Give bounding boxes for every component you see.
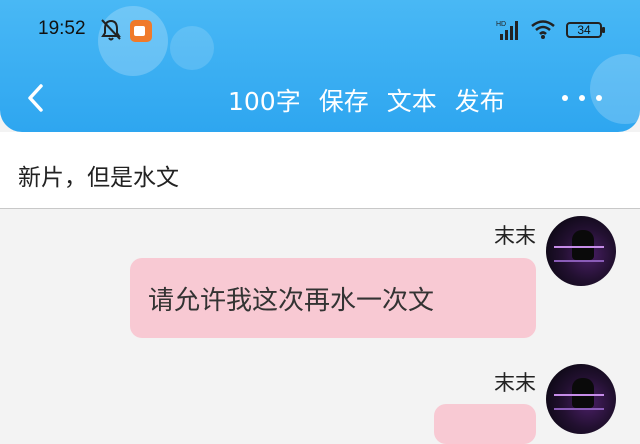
text-button[interactable]: 文本 (387, 82, 437, 118)
more-dot-icon (579, 95, 585, 101)
more-dot-icon (562, 95, 568, 101)
word-count-button[interactable]: 100字 (228, 82, 301, 118)
more-dot-icon (596, 95, 602, 101)
avatar[interactable] (546, 364, 616, 434)
screen-record-icon (130, 20, 152, 42)
avatar[interactable] (546, 216, 616, 286)
status-time: 19:52 (38, 18, 86, 39)
back-button[interactable] (18, 78, 52, 118)
battery-indicator: 34 (566, 22, 605, 38)
header-toolbar: 100字 保存 文本 发布 (228, 82, 505, 118)
more-menu-button[interactable] (562, 86, 602, 110)
save-button[interactable]: 保存 (319, 82, 369, 118)
wifi-icon (531, 20, 555, 39)
message-bubble[interactable]: 请允许我这次再水一次文 (130, 258, 536, 338)
bell-muted-icon (101, 19, 121, 41)
svg-text:HD: HD (496, 21, 506, 28)
message-text: 请允许我这次再水一次文 (148, 285, 435, 316)
message-bubble[interactable] (434, 404, 536, 444)
app-header: 19:52 HD 34 100字 保存 文本 发布 (0, 0, 640, 132)
message-sender-name: 末末 (494, 224, 536, 248)
document-title[interactable]: 新片，但是水文 (18, 158, 179, 192)
decorative-circle (170, 26, 214, 70)
signal-icon: HD (496, 21, 518, 40)
chevron-left-icon (28, 84, 43, 112)
message-sender-name: 末末 (494, 371, 536, 395)
publish-button[interactable]: 发布 (455, 82, 505, 118)
